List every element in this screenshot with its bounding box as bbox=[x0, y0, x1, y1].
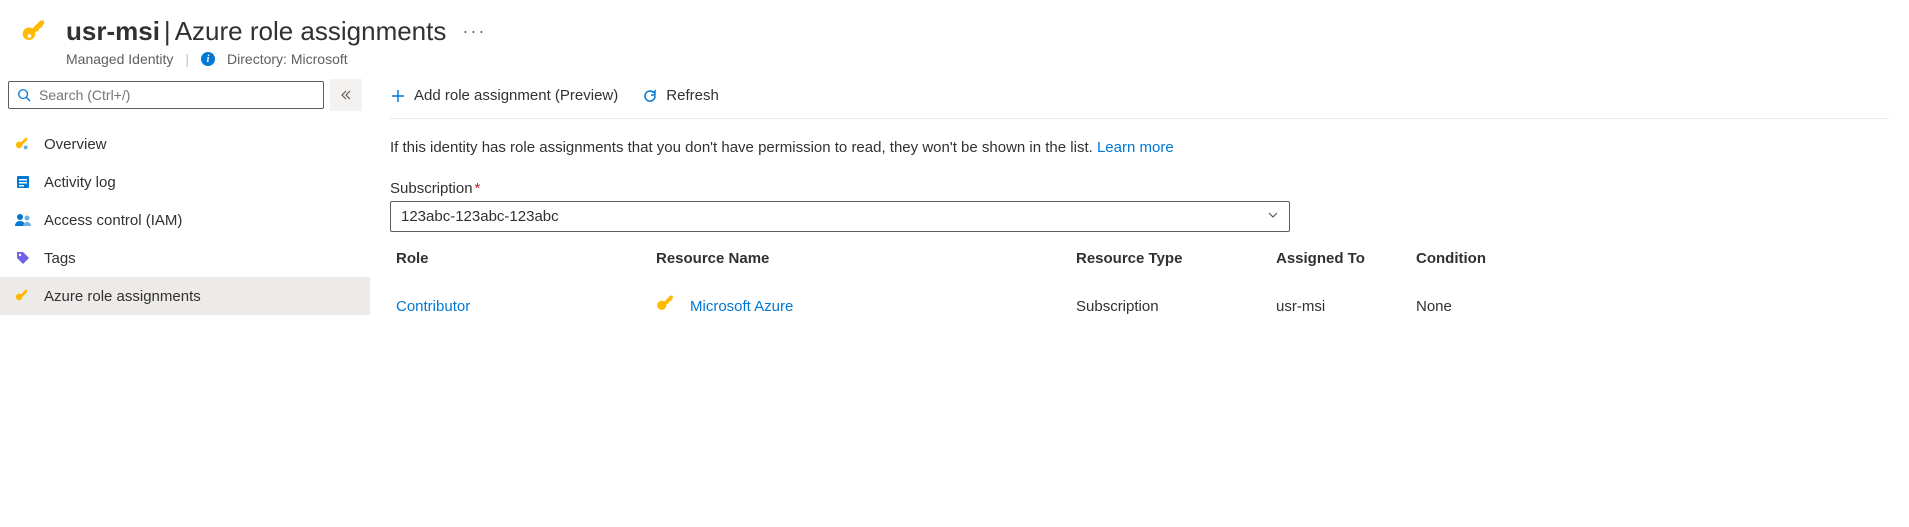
key-icon bbox=[14, 135, 32, 153]
sidebar-item-label: Access control (IAM) bbox=[44, 212, 182, 229]
subscription-value: 123abc-123abc-123abc bbox=[401, 208, 559, 225]
tag-icon bbox=[14, 249, 32, 267]
add-button-label: Add role assignment (Preview) bbox=[414, 87, 618, 104]
log-icon bbox=[14, 173, 32, 191]
resource-type-label: Managed Identity bbox=[66, 51, 173, 67]
sidebar-item-role-assignments[interactable]: Azure role assignments bbox=[0, 277, 370, 315]
info-text: If this identity has role assignments th… bbox=[390, 119, 1889, 162]
directory-label: Directory: Microsoft bbox=[227, 51, 348, 67]
assignments-table: Role Resource Name Resource Type Assigne… bbox=[390, 240, 1889, 335]
subscription-label: Subscription* bbox=[390, 180, 1889, 197]
table-header: Role Resource Name Resource Type Assigne… bbox=[390, 240, 1889, 277]
col-role[interactable]: Role bbox=[396, 250, 656, 267]
sidebar-item-label: Overview bbox=[44, 136, 107, 153]
plus-icon bbox=[390, 88, 406, 104]
refresh-button-label: Refresh bbox=[666, 87, 719, 104]
learn-more-link[interactable]: Learn more bbox=[1097, 139, 1174, 156]
refresh-button[interactable]: Refresh bbox=[642, 87, 719, 104]
chevron-down-icon bbox=[1267, 208, 1279, 225]
assigned-to-cell: usr-msi bbox=[1276, 298, 1416, 315]
col-resource-type[interactable]: Resource Type bbox=[1076, 250, 1276, 267]
col-assigned-to[interactable]: Assigned To bbox=[1276, 250, 1416, 267]
add-role-assignment-button[interactable]: Add role assignment (Preview) bbox=[390, 87, 618, 104]
toolbar: Add role assignment (Preview) Refresh bbox=[390, 79, 1889, 119]
sidebar: Overview Activity log Access control (IA… bbox=[0, 79, 370, 335]
condition-cell: None bbox=[1416, 298, 1556, 315]
page-header: usr-msi|Azure role assignments ··· Manag… bbox=[0, 0, 1909, 79]
sidebar-item-label: Activity log bbox=[44, 174, 116, 191]
search-input[interactable] bbox=[39, 87, 315, 103]
key-icon bbox=[20, 16, 52, 48]
sidebar-item-label: Azure role assignments bbox=[44, 288, 201, 305]
resource-name-link[interactable]: Microsoft Azure bbox=[690, 298, 793, 315]
sidebar-item-activity-log[interactable]: Activity log bbox=[0, 163, 370, 201]
sidebar-search[interactable] bbox=[8, 81, 324, 109]
sidebar-item-tags[interactable]: Tags bbox=[0, 239, 370, 277]
subscription-dropdown[interactable]: 123abc-123abc-123abc bbox=[390, 201, 1290, 232]
more-button[interactable]: ··· bbox=[454, 21, 494, 43]
page-title: usr-msi|Azure role assignments ··· bbox=[66, 16, 1889, 47]
people-icon bbox=[14, 211, 32, 229]
key-icon bbox=[14, 287, 32, 305]
col-condition[interactable]: Condition bbox=[1416, 250, 1556, 267]
sidebar-item-label: Tags bbox=[44, 250, 76, 267]
col-resource-name[interactable]: Resource Name bbox=[656, 250, 1076, 267]
sidebar-item-overview[interactable]: Overview bbox=[0, 125, 370, 163]
collapse-sidebar-button[interactable] bbox=[330, 79, 362, 111]
sidebar-item-access-control[interactable]: Access control (IAM) bbox=[0, 201, 370, 239]
info-icon: i bbox=[201, 52, 215, 66]
search-icon bbox=[17, 88, 31, 102]
main-content: Add role assignment (Preview) Refresh If… bbox=[370, 79, 1909, 335]
chevron-double-left-icon bbox=[340, 89, 352, 101]
table-row: Contributor Microsoft Azure Subscription… bbox=[390, 277, 1889, 335]
key-icon bbox=[656, 293, 678, 319]
role-link[interactable]: Contributor bbox=[396, 298, 656, 315]
refresh-icon bbox=[642, 88, 658, 104]
resource-type-cell: Subscription bbox=[1076, 298, 1276, 315]
